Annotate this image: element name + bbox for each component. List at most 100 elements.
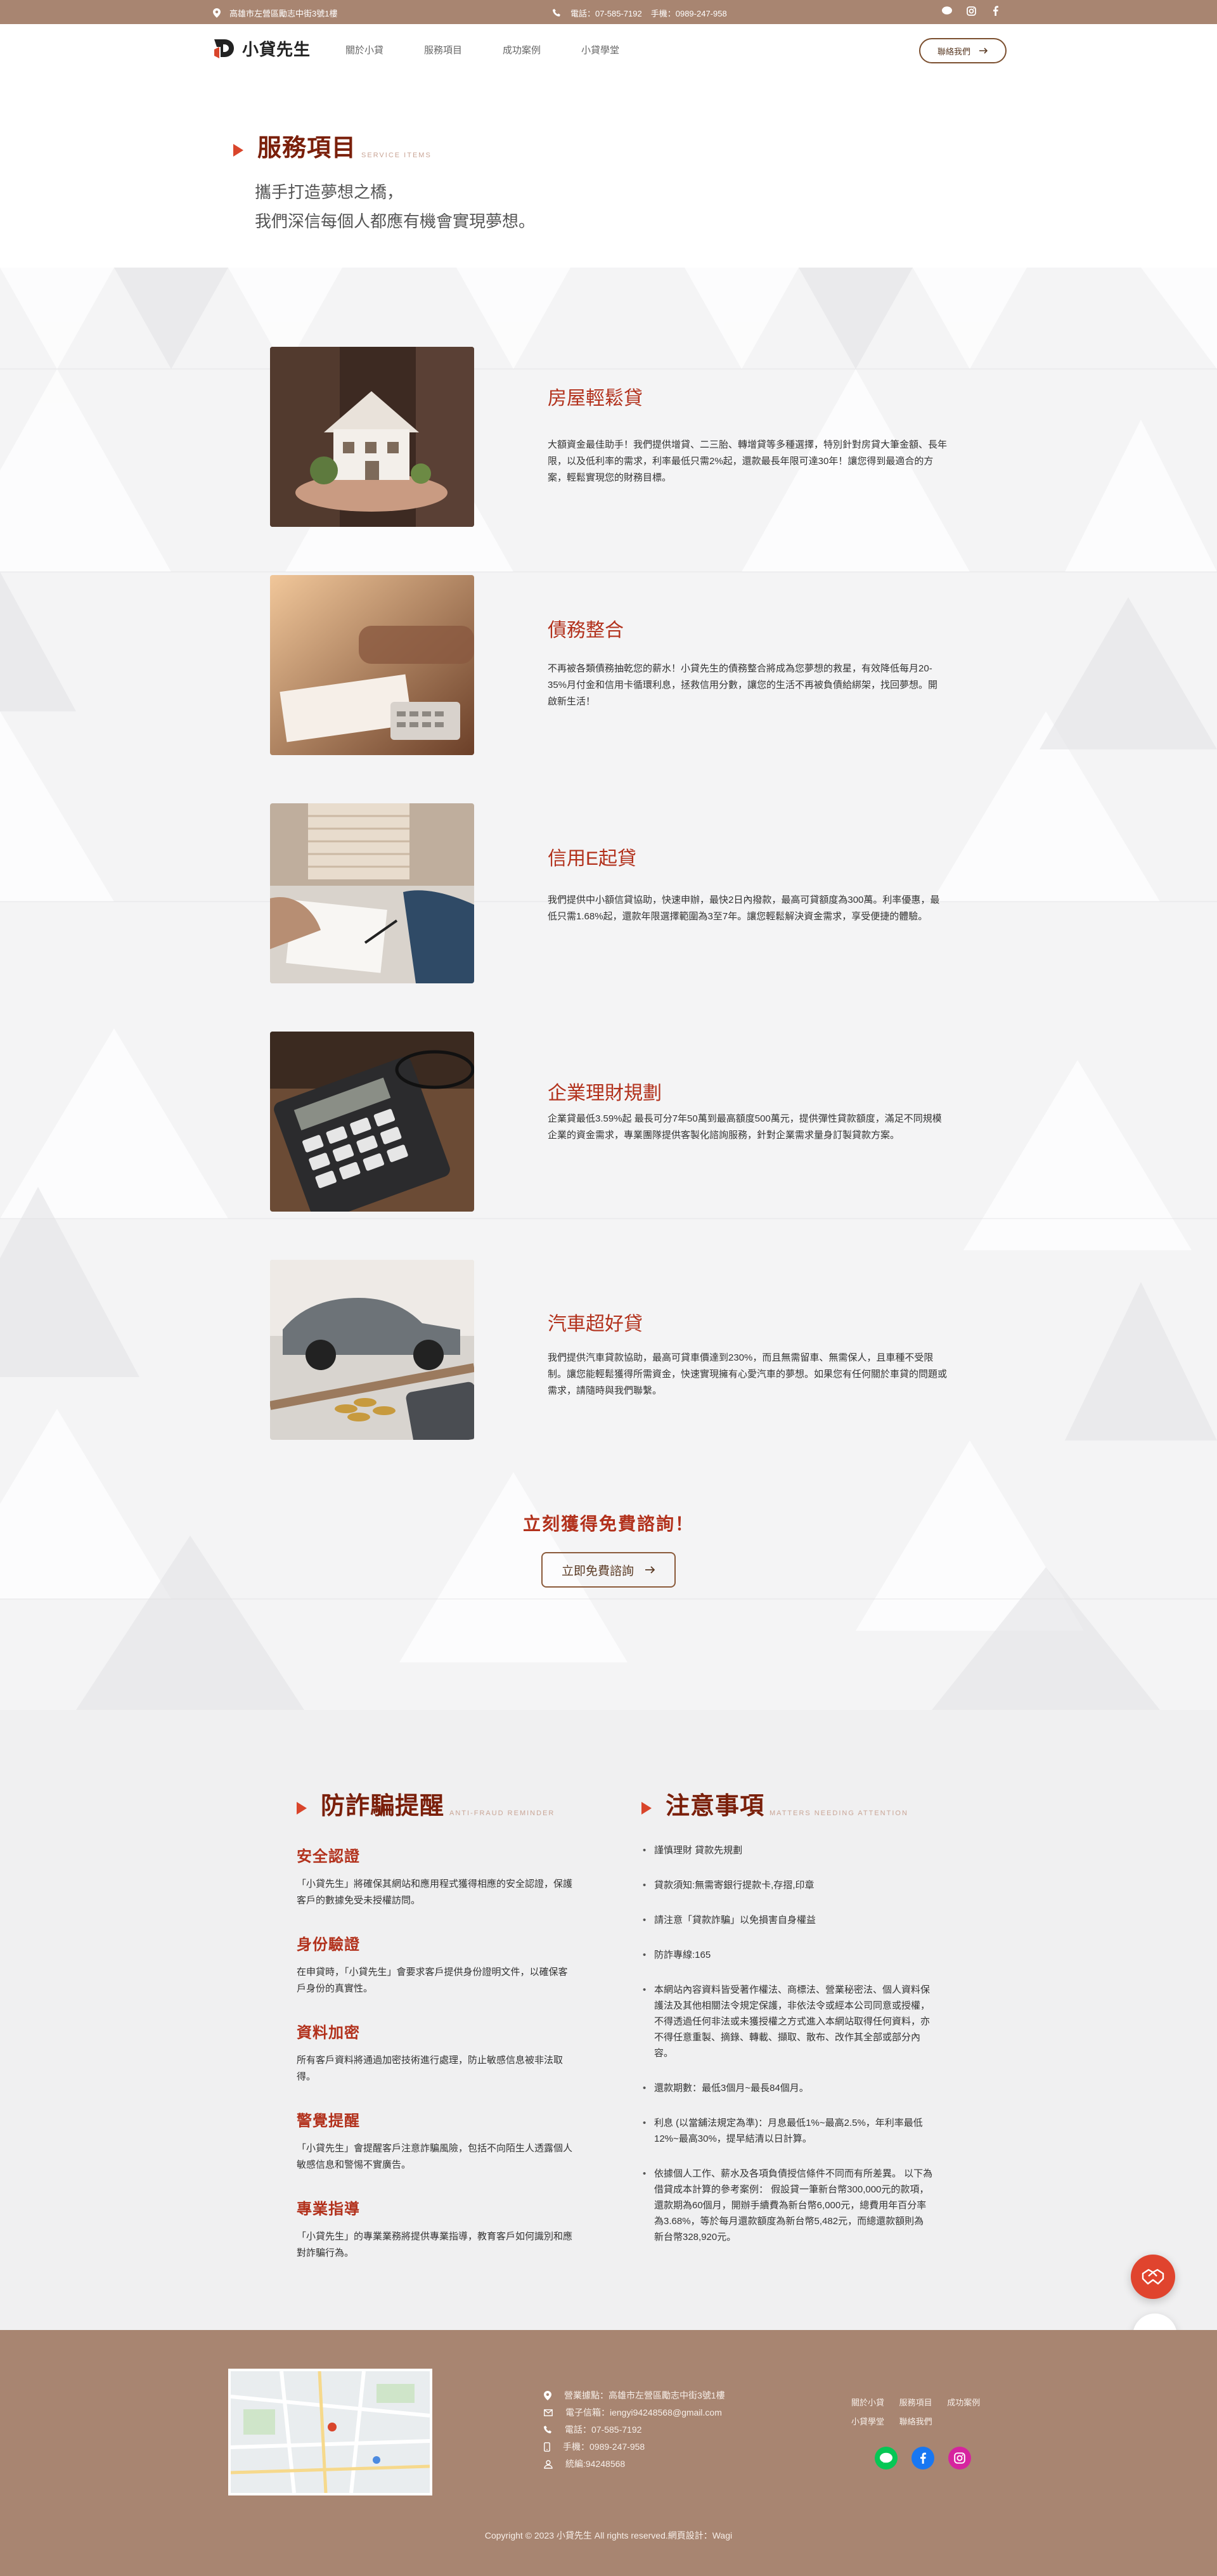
services-slogan: 攜手打造夢想之橋， 我們深信每個人都應有機會實現夢想。 [255,178,535,236]
car-loan-image [270,1260,474,1440]
footer-link-cases[interactable]: 成功案例 [947,2398,980,2407]
fraud-item-text: 「小貸先生」的專業業務將提供專業指導，教育客戶如何識別和應對詐騙行為。 [297,2231,573,2258]
footer-link-services[interactable]: 服務項目 [899,2398,932,2407]
main-header: 小貸先生 關於小貸 服務項目 成功案例 小貸學堂 聯絡我們 [0,24,1217,77]
logo-text: 小貸先生 [242,40,311,60]
fraud-item: 警覺提醒 「小貸先生」會提醒客戶注意詐騙風險，包括不向陌生人透露個人敏感信息和警… [297,2108,576,2173]
fraud-item: 資料加密 所有客戶資料將通過加密技術進行處理，防止敏感信息被非法取得。 [297,2020,576,2085]
handshake-icon [1142,2269,1164,2285]
attention-item: 請注意「貸款詐騙」以免損害自身權益 [641,1912,933,1928]
services-intro: 服務項目 SERVICE ITEMS 攜手打造夢想之橋， 我們深信每個人都應有機… [0,77,1217,268]
nav-item-about[interactable]: 關於小貸 [345,43,383,56]
fraud-item-heading: 專業指導 [297,2201,360,2218]
title-triangle-icon [233,144,243,157]
line-icon[interactable] [942,6,952,16]
attention-item: 利息 (以當舖法規定為準)：月息最低1%~最高2.5%，年利率最低12%~最高3… [641,2115,933,2147]
services-list-section: 房屋輕鬆貸 大額資金最佳助手！我們提供增貸、二三胎、轉增貸等多種選擇，特別針對房… [0,268,1217,1710]
anti-fraud-title: 防詐騙提醒 [321,1793,445,1820]
instagram-icon[interactable] [948,2447,971,2469]
attention-item: 依據個人工作、薪水及各項負債授信條件不同而有所差異。 以下為借貸成本計算的參考案… [641,2166,933,2245]
attention-item: 還款期數：最低3個月~最長84個月。 [641,2080,933,2096]
site-footer: 營業據點：高雄市左營區勵志中街3號1樓 電子信箱：iengyi94248568@… [0,2330,1217,2576]
instagram-icon[interactable] [966,6,976,16]
line-icon[interactable] [875,2447,898,2469]
footer-taxid-row: 統編:94248568 [544,2456,725,2473]
footer-contact-info: 營業據點：高雄市左營區勵志中街3號1樓 電子信箱：iengyi94248568@… [544,2387,725,2473]
free-consult-button[interactable]: 立即免費諮詢 [541,1552,676,1588]
attention-item: 貸款須知:無需寄銀行提款卡,存摺,印章 [641,1877,933,1893]
nav-item-services[interactable]: 服務項目 [424,43,462,56]
top-phone[interactable]: 電話：07-585-7192 [570,7,642,19]
anti-fraud-column: 防詐騙提醒 ANTI-FRAUD REMINDER 安全認證 「小貸先生」將確保… [297,1786,576,2262]
chat-float-button[interactable] [1131,2255,1175,2299]
facebook-icon[interactable] [990,6,1000,16]
services-title: 服務項目 [257,135,357,162]
location-map[interactable] [228,2369,432,2495]
top-info-bar: 高雄市左營區勵志中街3號1樓 電話：07-585-7192 手機：0989-24… [0,0,1217,24]
services-section-title: 服務項目 SERVICE ITEMS [233,128,432,163]
fraud-item-heading: 安全認證 [297,1848,360,1865]
attention-title-en: MATTERS NEEDING ATTENTION [769,1809,908,1817]
location-pin-icon [212,8,222,18]
service-title: 企業理財規劃 [548,1083,662,1104]
main-nav: 關於小貸 服務項目 成功案例 小貸學堂 [345,43,619,56]
footer-link-contact[interactable]: 聯絡我們 [899,2417,932,2426]
anti-fraud-title-en: ANTI-FRAUD REMINDER [449,1809,555,1817]
site-logo[interactable]: 小貸先生 [212,36,311,61]
footer-links-row-2: 小貸學堂 聯絡我們 [851,2412,997,2431]
free-consult-button-label: 立即免費諮詢 [561,1564,634,1578]
footer-mobile-row: 手機：0989-247-958 [544,2438,725,2456]
debt-consolidation-image [270,575,474,755]
service-card-car-loan: 汽車超好貸 我們提供汽車貸款協助，最高可貸車價達到230%，而且無需留車、無需保… [270,1260,948,1440]
enterprise-finance-image [270,1032,474,1212]
nav-item-cases[interactable]: 成功案例 [503,43,541,56]
footer-phone[interactable]: 電話：07-585-7192 [565,2421,641,2438]
contact-us-label: 聯絡我們 [937,46,970,56]
service-title: 汽車超好貸 [548,1314,643,1335]
service-desc: 企業貸最低3.59%起 最長可分7年50萬到最高額度500萬元，提供彈性貸款額度… [548,1113,942,1141]
footer-taxid: 統編:94248568 [565,2459,626,2469]
facebook-icon[interactable] [911,2447,934,2469]
fraud-item: 身份驗證 在申貸時，「小貸先生」會要求客戶提供身份證明文件，以確保客戶身份的真實… [297,1932,576,1997]
footer-email[interactable]: 電子信箱：iengyi94248568@gmail.com [565,2404,722,2421]
nav-item-academy[interactable]: 小貸學堂 [581,43,619,56]
service-card-enterprise-finance: 企業理財規劃 企業貸最低3.59%起 最長可分7年50萬到最高額度500萬元，提… [270,1032,946,1212]
logo-mark-icon [214,39,234,58]
service-title: 信用E起貸 [548,848,637,869]
map-image [231,2371,430,2493]
slogan-line-1: 攜手打造夢想之橋， [255,183,404,202]
anti-fraud-title-group: 防詐騙提醒 ANTI-FRAUD REMINDER [297,1786,576,1821]
footer-links-row-1: 關於小貸 服務項目 成功案例 [851,2393,997,2412]
attention-title-group: 注意事項 MATTERS NEEDING ATTENTION [641,1786,933,1821]
free-consult-block: 立刻獲得免費諮詢！ 立即免費諮詢 [0,1510,1217,1588]
fraud-item-heading: 警覺提醒 [297,2113,360,2130]
footer-mobile[interactable]: 手機：0989-247-958 [563,2438,645,2456]
housing-loan-image [270,347,474,527]
contact-us-button[interactable]: 聯絡我們 [919,38,1007,63]
fraud-item-heading: 資料加密 [297,2024,360,2042]
arrow-right-icon [979,48,988,54]
footer-links: 關於小貸 服務項目 成功案例 小貸學堂 聯絡我們 [851,2393,997,2431]
footer-address: 營業據點：高雄市左營區勵志中街3號1樓 [564,2390,725,2400]
attention-item: 謹慎理財 貸款先規劃 [641,1842,933,1858]
fraud-item: 安全認證 「小貸先生」將確保其網站和應用程式獲得相應的安全認證，保護客戶的數據免… [297,1844,576,1909]
mobile-icon [544,2442,550,2452]
service-card-debt-consolidation: 債務整合 不再被各類債務抽乾您的薪水！小貸先生的債務整合將成為您夢想的救星，有效… [270,575,946,755]
footer-social-links [875,2447,971,2469]
person-icon [544,2459,553,2469]
service-title: 房屋輕鬆貸 [548,388,643,409]
footer-email-row: 電子信箱：iengyi94248568@gmail.com [544,2404,725,2421]
service-card-credit-loan: 信用E起貸 我們提供中小額信貸協助，快速申辦，最快2日內撥款，最高可貸額度為30… [270,803,946,983]
service-desc: 大額資金最佳助手！我們提供增貸、二三胎、轉增貸等多種選擇，特別針對房貸大筆金額、… [548,439,948,483]
attention-list: 謹慎理財 貸款先規劃 貸款須知:無需寄銀行提款卡,存摺,印章 請注意「貸款詐騙」… [641,1842,933,2245]
top-mobile[interactable]: 手機：0989-247-958 [651,7,727,19]
service-desc: 不再被各類債務抽乾您的薪水！小貸先生的債務整合將成為您夢想的救星，有效降低每月2… [548,663,938,707]
mail-icon [544,2409,553,2416]
service-desc: 我們提供中小額信貸協助，快速申辦，最快2日內撥款，最高可貸額度為300萬。利率優… [548,895,940,922]
footer-link-academy[interactable]: 小貸學堂 [851,2417,884,2426]
notice-section: 防詐騙提醒 ANTI-FRAUD REMINDER 安全認證 「小貸先生」將確保… [0,1710,1217,2330]
attention-item: 本網站內容資料皆受著作權法、商標法、營業秘密法、個人資料保護法及其他相關法令規定… [641,1982,933,2061]
footer-link-about[interactable]: 關於小貸 [851,2398,884,2407]
service-desc: 我們提供汽車貸款協助，最高可貸車價達到230%，而且無需留車、無需保人，且車種不… [548,1352,948,1396]
fraud-item-text: 「小貸先生」會提醒客戶注意詐騙風險，包括不向陌生人透露個人敏感信息和警惕不實廣告… [297,2143,573,2170]
